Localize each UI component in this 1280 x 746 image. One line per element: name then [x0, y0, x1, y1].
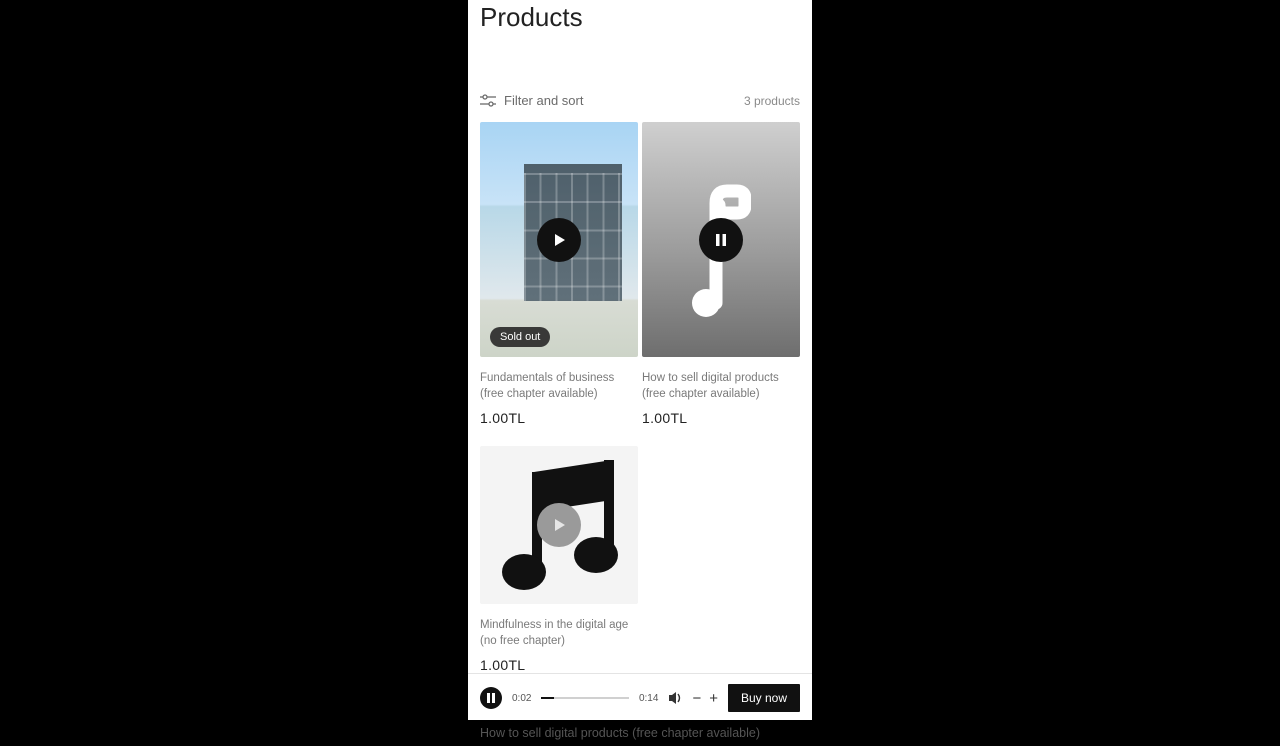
- sold-out-badge: Sold out: [490, 327, 550, 347]
- seek-bar[interactable]: [541, 697, 629, 699]
- play-button[interactable]: [537, 218, 581, 262]
- volume-up-button[interactable]: +: [709, 691, 718, 706]
- product-thumbnail[interactable]: [480, 446, 638, 604]
- app-viewport: Products Filter and sort 3 products Sold…: [468, 0, 812, 720]
- page-title: Products: [468, 2, 812, 41]
- product-price: 1.00TL: [642, 410, 800, 426]
- product-title[interactable]: How to sell digital products (free chapt…: [642, 371, 800, 402]
- filter-sort-label: Filter and sort: [504, 93, 583, 108]
- product-price: 1.00TL: [480, 410, 638, 426]
- pause-button[interactable]: [699, 218, 743, 262]
- now-playing-title: How to sell digital products (free chapt…: [480, 726, 800, 746]
- filter-sort-button[interactable]: Filter and sort: [480, 93, 583, 108]
- product-price: 1.00TL: [480, 657, 638, 673]
- buy-now-button[interactable]: Buy now: [728, 684, 800, 712]
- product-card[interactable]: Mindfulness in the digital age (no free …: [480, 446, 638, 673]
- pause-icon: [486, 693, 496, 703]
- player-pause-button[interactable]: [480, 687, 502, 709]
- product-grid: Sold out Fundamentals of business (free …: [468, 122, 812, 673]
- play-button[interactable]: [537, 503, 581, 547]
- seek-fill: [541, 697, 553, 699]
- product-count: 3 products: [744, 94, 800, 108]
- pause-icon: [714, 233, 728, 247]
- volume-down-button[interactable]: −: [692, 691, 701, 706]
- product-thumbnail[interactable]: [642, 122, 800, 357]
- play-icon: [551, 517, 567, 533]
- audio-player: 0:02 0:14 − + Buy now How to sell digita…: [468, 673, 812, 746]
- product-title[interactable]: Mindfulness in the digital age (no free …: [480, 618, 638, 649]
- speaker-icon[interactable]: [668, 691, 684, 705]
- product-card[interactable]: How to sell digital products (free chapt…: [642, 122, 800, 426]
- toolbar: Filter and sort 3 products: [468, 93, 812, 108]
- product-card[interactable]: Sold out Fundamentals of business (free …: [480, 122, 638, 426]
- product-thumbnail[interactable]: Sold out: [480, 122, 638, 357]
- product-title[interactable]: Fundamentals of business (free chapter a…: [480, 371, 638, 402]
- sliders-icon: [480, 94, 496, 108]
- duration: 0:14: [639, 693, 658, 704]
- player-controls: 0:02 0:14 − + Buy now: [480, 684, 800, 712]
- play-icon: [551, 232, 567, 248]
- volume-controls: − +: [668, 691, 718, 706]
- current-time: 0:02: [512, 693, 531, 704]
